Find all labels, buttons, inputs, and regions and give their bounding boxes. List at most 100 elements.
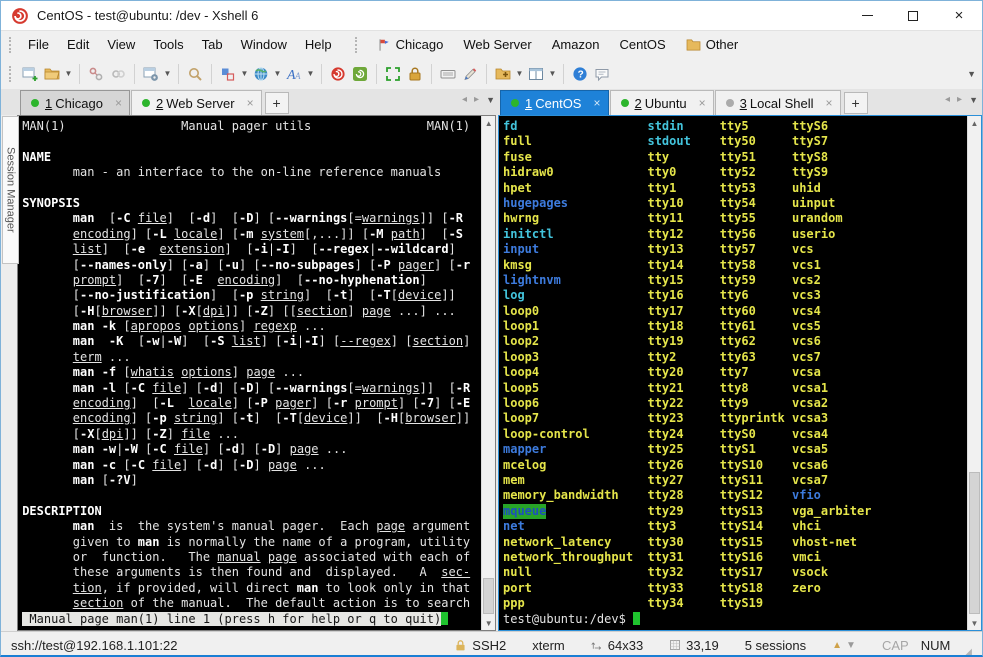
scrollbar-thumb[interactable] bbox=[483, 578, 494, 614]
menu-help[interactable]: Help bbox=[296, 33, 341, 56]
tab-web-server[interactable]: 2Web Server × bbox=[131, 90, 262, 115]
new-tab-button[interactable]: + bbox=[844, 92, 868, 114]
session-button-centos[interactable]: CentOS bbox=[609, 33, 675, 56]
tab-close-icon[interactable]: × bbox=[115, 96, 122, 110]
scroll-down-icon[interactable]: ▼ bbox=[482, 616, 495, 630]
session-button-other[interactable]: Other bbox=[676, 33, 749, 56]
left-terminal-scrollbar[interactable]: ▲ ▼ bbox=[481, 116, 495, 630]
dev-listing-row: loop6tty22tty9vcsa2 bbox=[503, 396, 967, 411]
dev-listing-row: loop-controltty24ttyS0vcsa4 bbox=[503, 427, 967, 442]
terminal-line: test@ubuntu:/dev$ bbox=[503, 612, 967, 627]
tile-dropdown-caret[interactable]: ▼ bbox=[547, 62, 558, 86]
terminal-line bbox=[22, 181, 481, 196]
menu-window[interactable]: Window bbox=[232, 33, 296, 56]
dev-listing-row: kmsgtty14tty58vcs1 bbox=[503, 258, 967, 273]
tab-ubuntu[interactable]: 2Ubuntu × bbox=[610, 90, 714, 115]
session-count-indicator: 5 sessions bbox=[745, 638, 806, 653]
toolbar-gripper[interactable] bbox=[9, 66, 15, 82]
terminal-line: MAN(1) Manual pager utils MAN(1) bbox=[22, 119, 481, 134]
scrollbar-thumb[interactable] bbox=[969, 472, 980, 614]
menu-edit[interactable]: Edit bbox=[58, 33, 98, 56]
menu-view[interactable]: View bbox=[98, 33, 144, 56]
scroll-down-icon[interactable]: ▼ bbox=[968, 616, 981, 630]
terminal-line: NAME bbox=[22, 150, 481, 165]
lock-icon[interactable] bbox=[404, 62, 426, 86]
terminal-line bbox=[22, 488, 481, 503]
tab-chicago[interactable]: 1Chicago × bbox=[20, 90, 130, 115]
session-button-web-server[interactable]: Web Server bbox=[453, 33, 541, 56]
xshell-launch-icon[interactable] bbox=[327, 62, 349, 86]
terminal-line: [-H[browser]] [-X[dpi]] [-Z] [[section] … bbox=[22, 304, 481, 319]
tab-scroll-right-icon[interactable]: ▸ bbox=[957, 94, 962, 105]
toolbar-separator bbox=[321, 64, 322, 84]
tab-list-caret[interactable]: ▼ bbox=[969, 95, 978, 105]
tab-local-shell[interactable]: 3Local Shell × bbox=[715, 90, 841, 115]
open-dropdown-caret[interactable]: ▼ bbox=[63, 62, 74, 86]
session-button-chicago[interactable]: Chicago bbox=[367, 33, 454, 56]
tab-close-icon[interactable]: × bbox=[247, 96, 254, 110]
download-arrow-icon: ▼ bbox=[846, 640, 856, 651]
encoding-globe-icon[interactable] bbox=[250, 62, 272, 86]
keyboard-icon[interactable] bbox=[437, 62, 459, 86]
disconnect-icon[interactable] bbox=[85, 62, 107, 86]
terminal-line: list] [-e extension] [-i|-I] [--regex|--… bbox=[22, 242, 481, 257]
menubar-gripper[interactable] bbox=[9, 37, 15, 53]
reconnect-icon[interactable] bbox=[107, 62, 129, 86]
session-manager-tab[interactable]: Session Manager bbox=[2, 116, 19, 264]
toolbar-options-caret[interactable]: ▼ bbox=[967, 69, 976, 79]
dev-listing-row: fullstdouttty50ttyS7 bbox=[503, 134, 967, 149]
scroll-up-icon[interactable]: ▲ bbox=[482, 116, 495, 130]
title-bar: CentOS - test@ubuntu: /dev - Xshell 6 × bbox=[1, 1, 982, 31]
maximize-button[interactable] bbox=[890, 1, 936, 30]
session-status-dot bbox=[511, 99, 519, 107]
right-terminal-scrollbar[interactable]: ▲ ▼ bbox=[967, 116, 981, 630]
tab-close-icon[interactable]: × bbox=[699, 96, 706, 110]
minimize-button[interactable] bbox=[844, 1, 890, 30]
dev-listing-row: loop0tty17tty60vcs4 bbox=[503, 304, 967, 319]
new-tab-button[interactable]: + bbox=[265, 92, 289, 114]
dev-listing-row: mcelogtty26ttyS10vcsa6 bbox=[503, 458, 967, 473]
session-properties-icon[interactable] bbox=[140, 62, 162, 86]
dev-listing-row: mappertty25ttyS1vcsa5 bbox=[503, 442, 967, 457]
compose-icon[interactable] bbox=[217, 62, 239, 86]
xftp-launch-icon[interactable] bbox=[349, 62, 371, 86]
menu-tab[interactable]: Tab bbox=[193, 33, 232, 56]
tab-list-caret[interactable]: ▼ bbox=[486, 95, 495, 105]
fullscreen-icon[interactable] bbox=[382, 62, 404, 86]
highlight-pen-icon[interactable] bbox=[459, 62, 481, 86]
tile-layout-icon[interactable] bbox=[525, 62, 547, 86]
find-icon[interactable] bbox=[184, 62, 206, 86]
upload-arrow-icon: ▲ bbox=[832, 640, 842, 651]
session-button-amazon[interactable]: Amazon bbox=[542, 33, 610, 56]
menu-tools[interactable]: Tools bbox=[144, 33, 192, 56]
resize-grip[interactable]: ◢ bbox=[964, 647, 972, 657]
open-folder-icon[interactable] bbox=[41, 62, 63, 86]
tab-centos[interactable]: 1CentOS × bbox=[500, 90, 609, 115]
new-folder-icon[interactable] bbox=[492, 62, 514, 86]
new-folder-dropdown-caret[interactable]: ▼ bbox=[514, 62, 525, 86]
scroll-up-icon[interactable]: ▲ bbox=[968, 116, 981, 130]
menu-file[interactable]: File bbox=[19, 33, 58, 56]
shell-prompt: test@ubuntu:/dev$ bbox=[503, 612, 967, 627]
properties-dropdown-caret[interactable]: ▼ bbox=[162, 62, 173, 86]
tab-scroll-left-icon[interactable]: ◂ bbox=[945, 94, 950, 105]
encoding-dropdown-caret[interactable]: ▼ bbox=[272, 62, 283, 86]
dev-listing-row: loop7tty23ttyprintkvcsa3 bbox=[503, 411, 967, 426]
tab-close-icon[interactable]: × bbox=[826, 96, 833, 110]
help-icon[interactable]: ? bbox=[569, 62, 591, 86]
font-dropdown-caret[interactable]: ▼ bbox=[305, 62, 316, 86]
terminal-line: man -l [-C file] [-d] [-D] [--warnings[=… bbox=[22, 381, 481, 396]
new-session-icon[interactable] bbox=[19, 62, 41, 86]
font-icon[interactable]: AA bbox=[283, 62, 305, 86]
xshell-logo-icon bbox=[11, 7, 29, 25]
tab-scroll-right-icon[interactable]: ▸ bbox=[474, 94, 479, 105]
tab-scroll-left-icon[interactable]: ◂ bbox=[462, 94, 467, 105]
right-terminal-screen[interactable]: fdstdintty5ttyS6fullstdouttty50ttyS7fuse… bbox=[499, 116, 967, 630]
feedback-icon[interactable] bbox=[591, 62, 613, 86]
left-terminal-screen[interactable]: MAN(1) Manual pager utils MAN(1) NAME man… bbox=[18, 116, 481, 630]
close-button[interactable]: × bbox=[936, 1, 982, 30]
compose-dropdown-caret[interactable]: ▼ bbox=[239, 62, 250, 86]
dev-listing-row: hidraw0tty0tty52ttyS9 bbox=[503, 165, 967, 180]
terminal-line: prompt] [-7] [-E encoding] [--no-hyphena… bbox=[22, 273, 481, 288]
tab-close-icon[interactable]: × bbox=[593, 96, 600, 110]
